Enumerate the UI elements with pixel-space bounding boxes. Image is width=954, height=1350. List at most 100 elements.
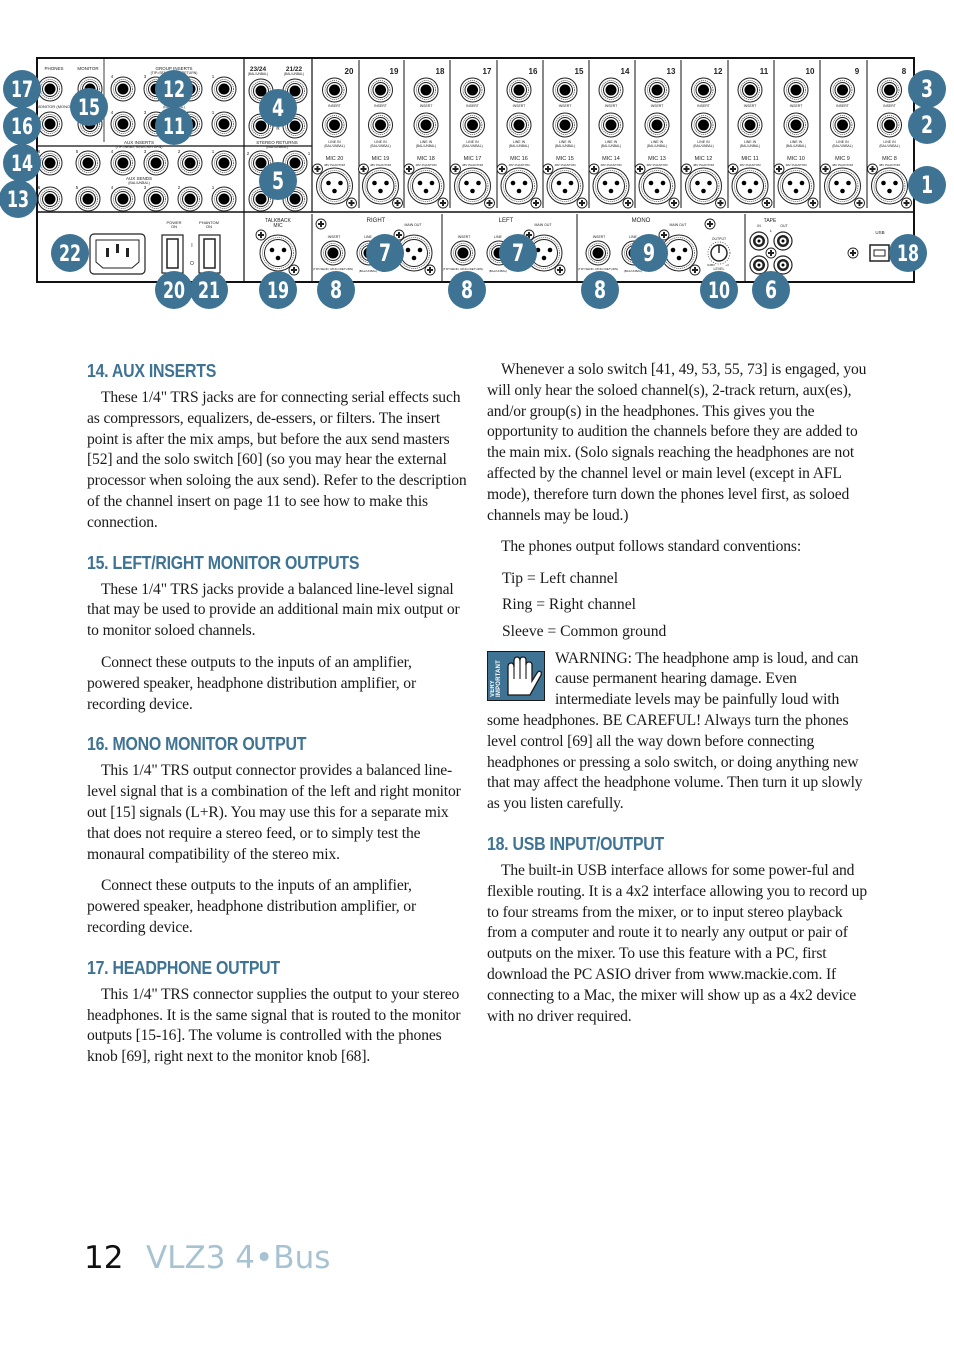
xlr-face	[828, 172, 857, 200]
xlr-pin	[510, 180, 516, 186]
insert-label: INSERT	[651, 104, 665, 108]
jack-hole	[329, 84, 340, 96]
xlr-face	[782, 172, 810, 200]
mic-label: MIC 18	[417, 156, 435, 162]
insert-label: INSERT	[744, 104, 758, 108]
mic-label: MIC 15	[556, 156, 574, 162]
screw-icon	[820, 163, 831, 175]
channel-insert-jack	[877, 77, 902, 103]
aux-insert-jack	[110, 150, 136, 176]
xlr-pin	[281, 247, 287, 253]
callout-badge-21: 21	[190, 271, 228, 309]
mic-label: MIC 12	[695, 156, 713, 162]
xlr-pin	[893, 180, 898, 186]
callout-number: 7	[512, 239, 524, 267]
jack-hole	[329, 119, 340, 131]
phantom-label: 48V PHANTOM	[646, 163, 668, 167]
xlr-pin	[846, 180, 851, 186]
tape-in-label: IN	[757, 224, 761, 228]
callout-badge-2: 2	[908, 106, 946, 144]
channel-insert-jack	[460, 77, 485, 103]
channel-mic-xlr	[407, 167, 445, 205]
jack-hole	[255, 157, 267, 169]
channel-line-in-jack	[368, 112, 393, 138]
channel-number-label: 11	[760, 67, 769, 76]
xlr-pin	[372, 180, 377, 186]
aux-insert-jack	[177, 150, 203, 176]
xlr-pin	[429, 180, 435, 186]
channel-mic-xlr	[731, 167, 769, 205]
rca-pin	[781, 239, 785, 243]
insert-label: INSERT	[374, 104, 388, 108]
callout-badge-18: 18	[889, 234, 927, 272]
insert-label: INSERT	[513, 104, 527, 108]
screw-icon	[346, 197, 357, 209]
usb-label: USB	[875, 230, 884, 235]
callout-number: 9	[643, 239, 655, 267]
xlr-pin	[547, 247, 553, 253]
insert-label: INSERT	[328, 104, 342, 108]
callout-badge-19: 19	[259, 271, 297, 309]
insert-label: INSERT	[697, 104, 711, 108]
screw-icon	[424, 264, 436, 276]
xlr-pin	[881, 180, 886, 186]
monitor-mono-label: MONITOR (MONO)	[36, 104, 72, 109]
channel-line-in-jack	[644, 112, 670, 138]
line-in-sub-label: (BAL/UNBAL)	[647, 144, 667, 148]
inlet-pin	[106, 248, 109, 257]
line-sub-label: (BAL/UNBAL)	[489, 269, 508, 273]
group-insert-jack	[110, 76, 136, 102]
jack-hole	[218, 193, 230, 205]
rca-pin	[757, 239, 761, 243]
jack-hole	[184, 193, 196, 205]
phantom-label: 48V PHANTOM	[324, 163, 346, 167]
xlr-pin	[464, 180, 469, 186]
aux-send-jack	[211, 186, 237, 212]
main-out-label: MAIN OUT	[669, 223, 687, 227]
line-label: LINE	[364, 235, 372, 239]
jack-hole	[420, 84, 432, 96]
callout-number: 6	[765, 276, 777, 304]
screw-icon	[554, 264, 566, 276]
callout-badge-7: 7	[499, 234, 537, 272]
aux-insert-jack	[37, 150, 63, 176]
jack-hole	[117, 157, 129, 169]
convention-tip: Tip = Left channel	[502, 570, 619, 588]
callout-badge-6: 6	[752, 271, 790, 309]
screw-icon	[727, 163, 739, 175]
callout-badge-16: 16	[3, 107, 41, 145]
warning-block: VERY IMPORTANT WARNING: The headphone am…	[487, 649, 867, 815]
insert-sub-label: (TIP=SEND, RING=RETURN)	[578, 267, 618, 271]
main-out-label: MAIN OUT	[404, 223, 422, 227]
left-column: 14. AUX INSERTS These 1/4" TRS jacks are…	[87, 360, 467, 1086]
line-in-sub-label: (BAL/UNBAL)	[555, 144, 575, 148]
jack-hole	[651, 84, 663, 96]
callout-number: 8	[594, 276, 606, 304]
channel-insert-jack	[552, 77, 578, 103]
line-label: LINE	[629, 235, 637, 239]
aux-send-jack	[177, 186, 203, 212]
screw-icon	[807, 197, 819, 209]
screw-icon	[681, 163, 692, 175]
jack-hole	[651, 119, 663, 131]
channel-number-label: 13	[667, 67, 676, 76]
jack-hole	[375, 119, 386, 131]
channel-mic-xlr	[777, 167, 815, 205]
xlr-pin	[332, 188, 337, 194]
callout-badge-9: 9	[630, 234, 668, 272]
channel-number-label: 19	[390, 67, 399, 76]
aux-send-jack	[75, 186, 101, 212]
inlet-pin	[126, 248, 129, 257]
mic-label: MIC 11	[741, 156, 758, 162]
callout-number: 2	[921, 111, 933, 139]
line-in-sub-label: (BAL/UNBAL)	[740, 144, 760, 148]
callout-badge-14: 14	[3, 144, 41, 182]
stereo-returns-sub-label: (BAL/UNBAL)	[266, 145, 288, 149]
mono-label: MONO	[632, 218, 651, 224]
xlr-face	[458, 172, 487, 200]
power-switch	[161, 234, 184, 274]
channel-insert-jack	[368, 77, 393, 103]
xlr-face	[665, 239, 693, 267]
tape-out-label: OUT	[780, 224, 788, 228]
aux-insert-jack	[75, 150, 101, 176]
